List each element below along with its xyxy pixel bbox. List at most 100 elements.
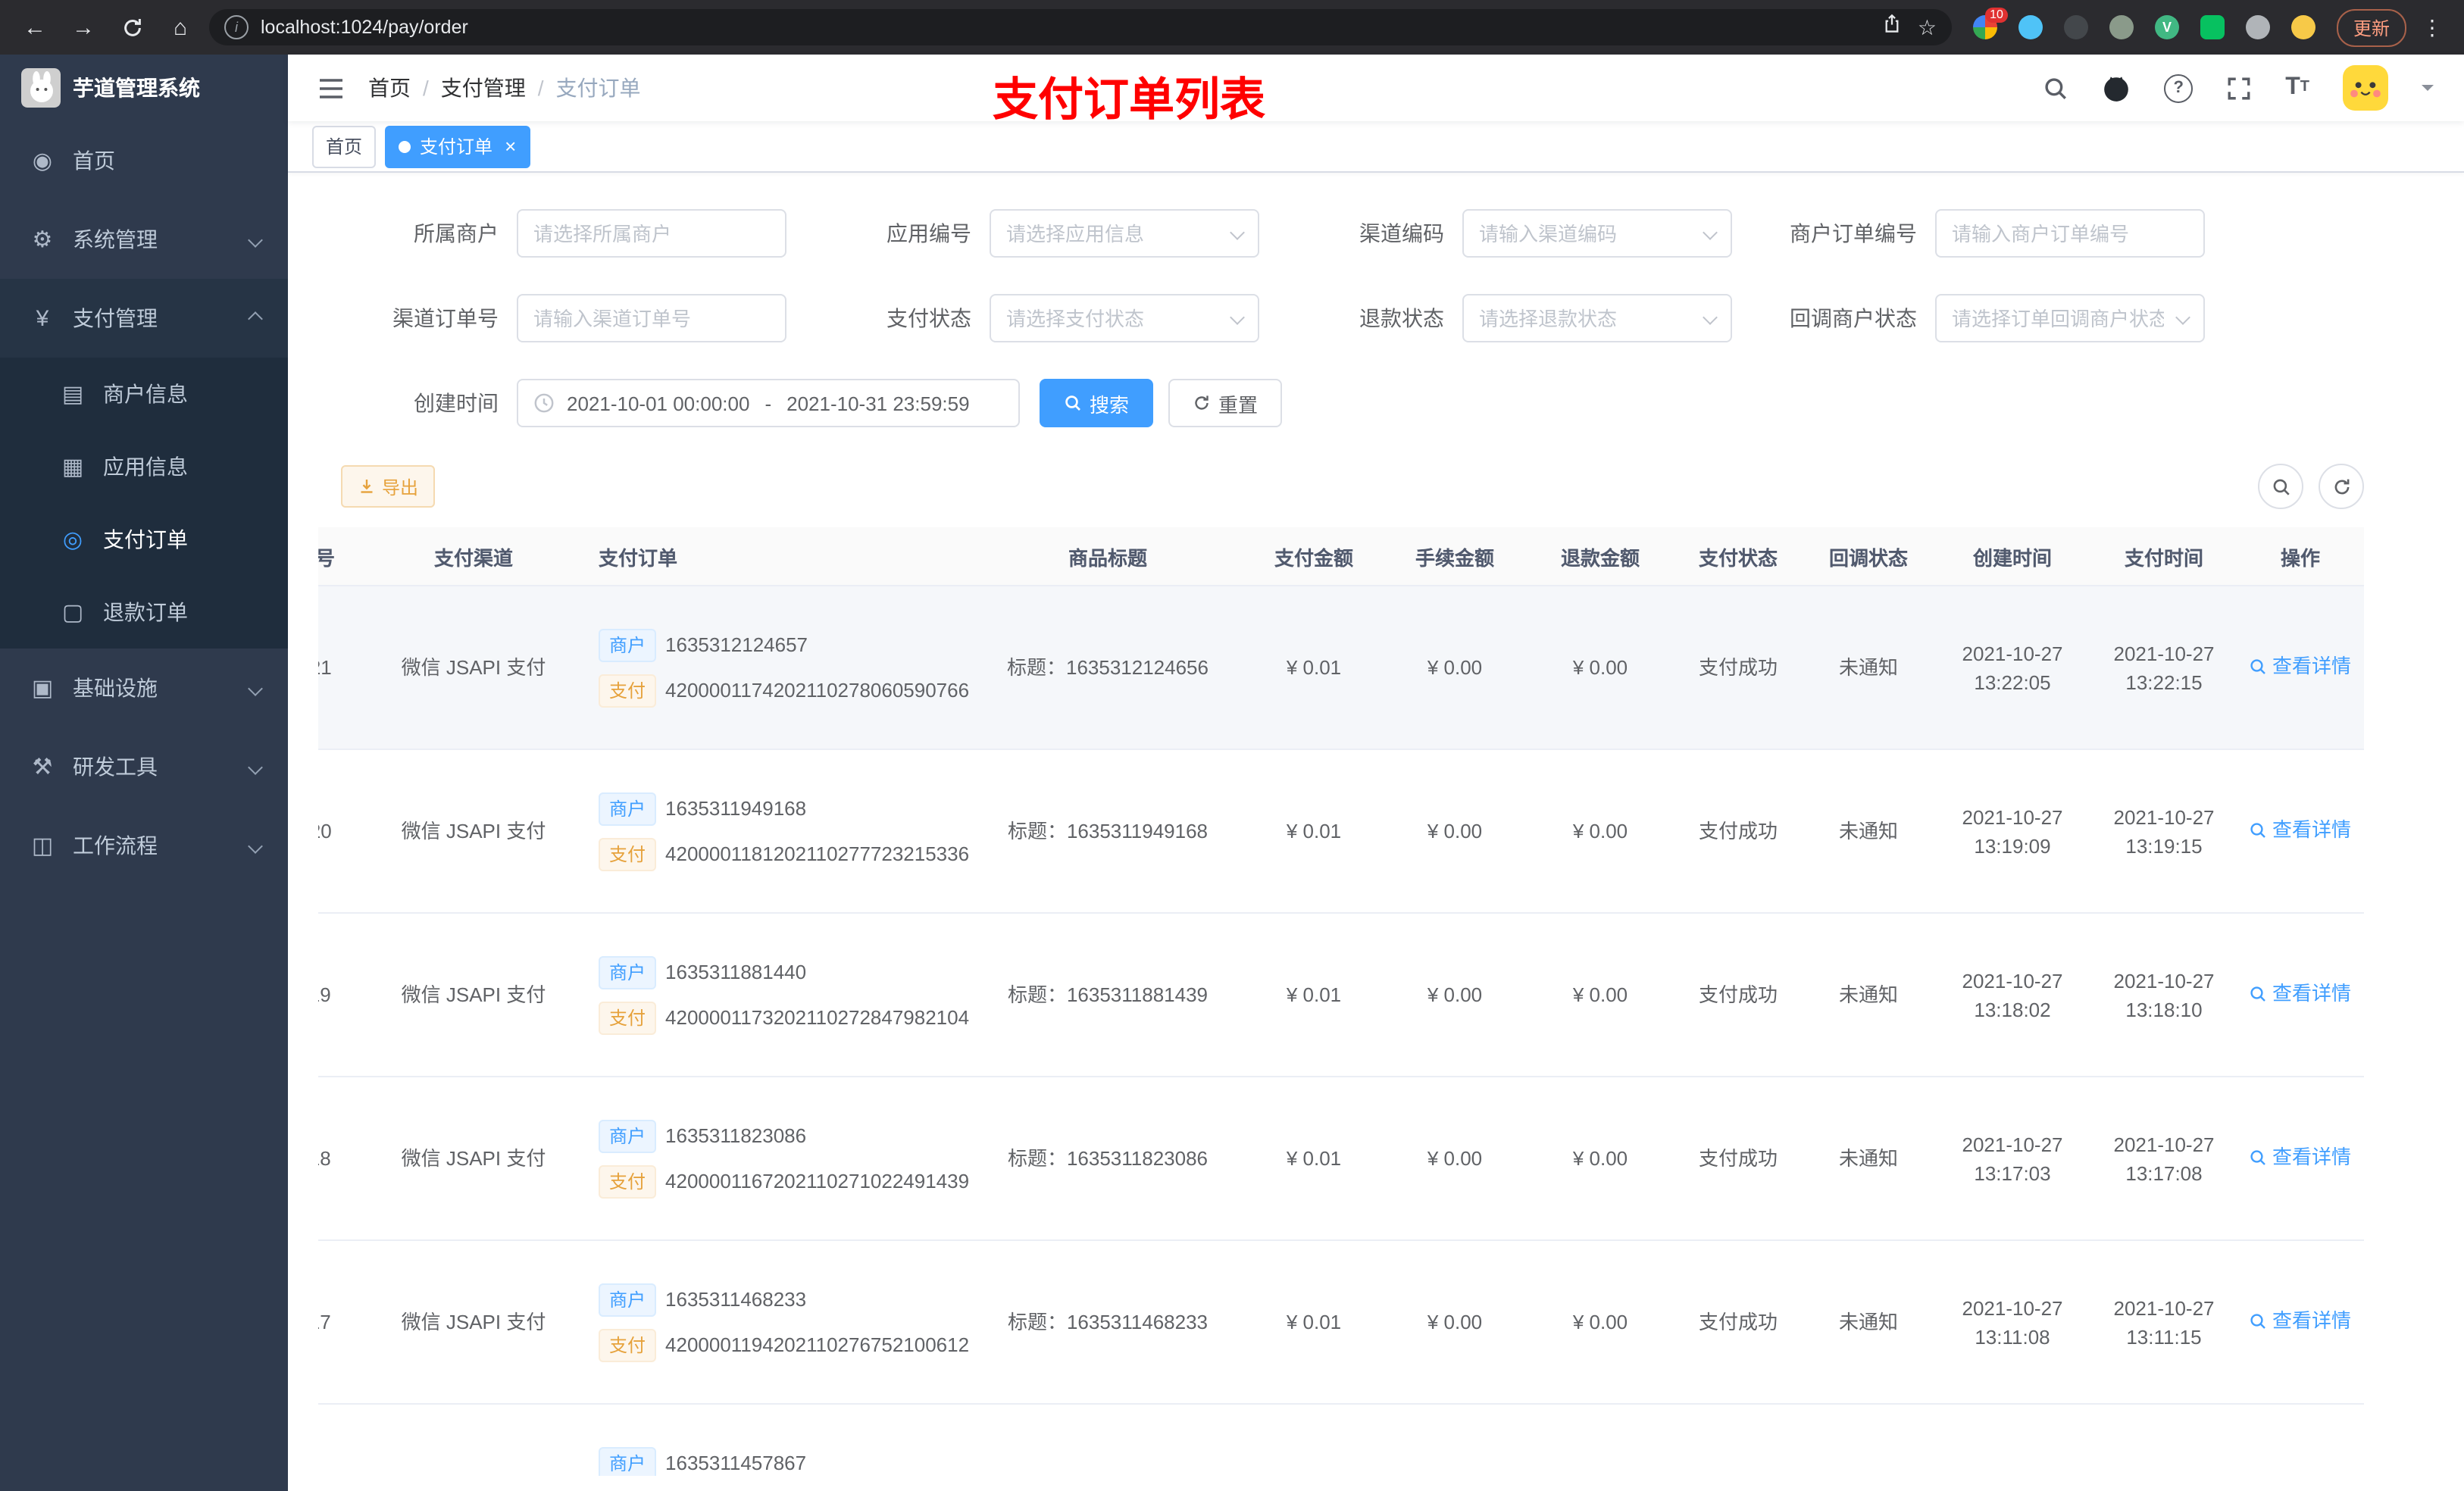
site-info-icon[interactable]: i xyxy=(224,15,249,39)
address-bar[interactable]: i localhost:1024/pay/order ☆ xyxy=(209,9,1952,45)
cell-pay-amount: ¥ 0.01 xyxy=(1286,655,1342,678)
payment-submenu: ▤ 商户信息 ▦ 应用信息 ◎ 支付订单 ▢ 退款订单 xyxy=(0,358,288,649)
cell-pay-order: 商户1635311457867 支付 xyxy=(583,1446,970,1476)
merchant-input[interactable] xyxy=(517,209,786,258)
filter-label: 渠道编码 xyxy=(1359,221,1444,245)
sidebar-item-workflow[interactable]: ◫ 工作流程 xyxy=(0,806,288,885)
refund-status-select[interactable] xyxy=(1462,294,1732,342)
cell-pay-order: 商户 1635311468233 支付 4200001194202110276752… xyxy=(583,1283,970,1361)
search-button[interactable]: 搜索 xyxy=(1040,379,1154,427)
merchant-order-no-input[interactable] xyxy=(1935,209,2205,258)
merchant-tag: 商户 xyxy=(599,792,657,825)
breadcrumb-pay-manage[interactable]: 支付管理 xyxy=(441,73,526,103)
logo-image xyxy=(21,68,61,108)
refresh-table-icon[interactable] xyxy=(2319,464,2364,509)
gear-icon: ⚙ xyxy=(32,227,53,253)
sidebar-item-pay-order[interactable]: ◎ 支付订单 xyxy=(0,503,288,576)
github-icon[interactable] xyxy=(2102,73,2131,102)
cell-pay-time: 2021-10-27 13:19:15 xyxy=(2113,805,2215,857)
breadcrumb-current: 支付订单 xyxy=(555,76,641,100)
extension-palette-icon[interactable]: 10 xyxy=(1972,8,2008,39)
clock-icon xyxy=(534,393,554,413)
pay-tag: 支付 xyxy=(599,674,657,707)
grid-icon: ▦ xyxy=(61,455,84,480)
cell-pay-order: 商户 1635311823086 支付 4200001167202110271022… xyxy=(583,1119,970,1198)
chrome-update-button[interactable]: 更新 xyxy=(2336,8,2406,46)
range-start: 2021-10-01 00:00:00 xyxy=(567,392,750,414)
hamburger-icon[interactable] xyxy=(303,77,359,99)
back-icon[interactable]: ← xyxy=(15,8,55,47)
table-toolbar: 导出 xyxy=(318,464,2364,509)
channel-code-input[interactable] xyxy=(1462,209,1732,258)
sidebar-item-home[interactable]: ◉ 首页 xyxy=(0,121,288,200)
font-size-icon[interactable]: TT xyxy=(2285,75,2309,100)
table-row: 117 微信 JSAPI 支付 商户 1635311468233 支付 420000… xyxy=(318,1241,2364,1405)
search-toggle-icon[interactable] xyxy=(2258,464,2303,509)
cell-create-time: 2021-10-27 13:11:08 xyxy=(1962,1296,2063,1348)
sidebar-item-app-info[interactable]: ▦ 应用信息 xyxy=(0,430,288,503)
sidebar-item-payment[interactable]: ¥ 支付管理 xyxy=(0,279,288,358)
avatar-dropdown-caret[interactable] xyxy=(2422,85,2434,97)
view-detail-link[interactable]: 查看详情 xyxy=(2250,1142,2351,1172)
sidebar-item-label: 首页 xyxy=(73,148,115,173)
view-detail-link[interactable]: 查看详情 xyxy=(2250,978,2351,1008)
pay-status-select[interactable] xyxy=(990,294,1259,342)
sidebar-item-merchant-info[interactable]: ▤ 商户信息 xyxy=(0,358,288,430)
notify-status-select[interactable] xyxy=(1935,294,2205,342)
extension-drop-icon[interactable] xyxy=(2018,15,2043,39)
view-detail-link[interactable]: 查看详情 xyxy=(2250,651,2351,681)
avatar[interactable] xyxy=(2343,65,2388,111)
app-select[interactable] xyxy=(990,209,1259,258)
search-icon xyxy=(2251,1149,2266,1164)
cell-pay-time: 2021-10-27 13:11:15 xyxy=(2113,1296,2215,1348)
cell-id: 121 xyxy=(318,655,332,678)
active-tab-dot xyxy=(399,140,411,152)
export-button[interactable]: 导出 xyxy=(341,465,436,508)
sidebar-item-dev-tools[interactable]: ⚒ 研发工具 xyxy=(0,727,288,806)
table-row: 120 微信 JSAPI 支付 商户 1635311949168 支付 420000… xyxy=(318,750,2364,914)
view-detail-link[interactable]: 查看详情 xyxy=(2250,814,2351,845)
sidebar-item-infrastructure[interactable]: ▣ 基础设施 xyxy=(0,649,288,727)
cell-title: 标题：1635311823086 xyxy=(1007,1146,1209,1169)
cell-id: 119 xyxy=(318,983,331,1005)
col-pay-amount: 支付金额 xyxy=(1274,546,1353,569)
app-logo[interactable]: 芋道管理系统 xyxy=(0,55,288,121)
tab-close-icon[interactable]: × xyxy=(505,136,516,156)
tab-pay-order[interactable]: 支付订单 × xyxy=(385,125,530,167)
cell-notify-status: 未通知 xyxy=(1838,655,1898,678)
table-row: 118 微信 JSAPI 支付 商户 1635311823086 支付 420000… xyxy=(318,1077,2364,1241)
extension-chat-icon[interactable] xyxy=(2200,15,2225,39)
forward-icon[interactable]: → xyxy=(64,8,103,47)
fullscreen-icon[interactable] xyxy=(2226,75,2252,101)
share-icon[interactable] xyxy=(1883,14,1903,41)
extension-grey-icon[interactable] xyxy=(2109,15,2134,39)
extension-pin-icon[interactable] xyxy=(2245,15,2270,39)
extension-dark-icon[interactable] xyxy=(2063,15,2088,39)
cell-pay-amount: ¥ 0.01 xyxy=(1286,1146,1342,1169)
merchant-order-no: 1635311949168 xyxy=(665,796,807,819)
create-time-range-picker[interactable]: 2021-10-01 00:00:00 - 2021-10-31 23:59:5… xyxy=(517,379,1020,427)
view-detail-link[interactable]: 查看详情 xyxy=(2250,1305,2351,1336)
sidebar-item-refund-order[interactable]: ▢ 退款订单 xyxy=(0,576,288,649)
reset-button[interactable]: 重置 xyxy=(1168,379,1283,427)
reload-icon[interactable] xyxy=(112,8,152,47)
extension-vue-icon[interactable]: V xyxy=(2154,15,2179,39)
table-row: 121 微信 JSAPI 支付 商户 1635312124657 支付 420000… xyxy=(318,586,2364,750)
home-icon[interactable]: ⌂ xyxy=(161,8,200,47)
browser-menu-icon[interactable]: ⋮ xyxy=(2416,14,2449,40)
table-header: 编号 支付渠道 支付订单 商品标题 支付金额 手续金额 退款金额 支付状态 回调… xyxy=(318,527,2364,586)
filter-row-time: 创建时间 2021-10-01 00:00:00 - 2021-10-31 23… xyxy=(318,379,2434,427)
extension-face-icon[interactable] xyxy=(2290,15,2315,39)
channel-order-no-input[interactable] xyxy=(517,294,786,342)
orders-table: 编号 支付渠道 支付订单 商品标题 支付金额 手续金额 退款金额 支付状态 回调… xyxy=(318,527,2434,1476)
col-id: 编号 xyxy=(318,542,364,570)
search-icon[interactable] xyxy=(2043,75,2068,101)
breadcrumb-home[interactable]: 首页 xyxy=(368,73,411,103)
help-icon[interactable]: ? xyxy=(2164,73,2194,102)
extension-badge: 10 xyxy=(1985,8,2008,23)
tab-home[interactable]: 首页 xyxy=(312,125,377,167)
filter-label: 所属商户 xyxy=(414,221,499,245)
bookmark-star-icon[interactable]: ☆ xyxy=(1918,17,1937,38)
chevron-down-icon xyxy=(248,232,263,247)
sidebar-item-system[interactable]: ⚙ 系统管理 xyxy=(0,200,288,279)
